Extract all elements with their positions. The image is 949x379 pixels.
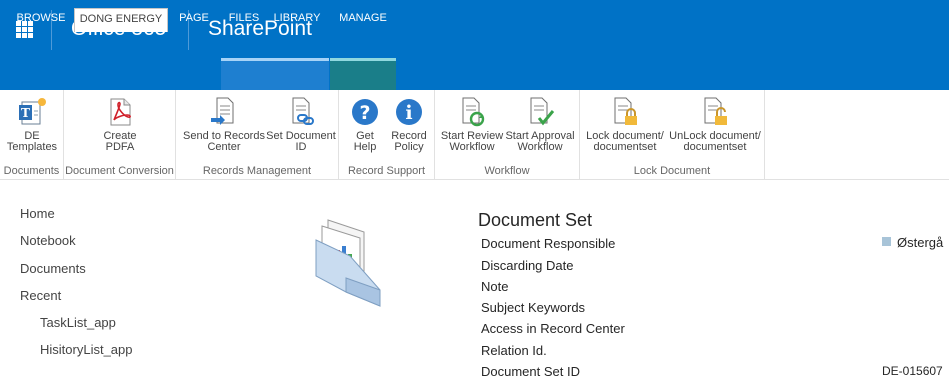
field-subject-keywords: Subject Keywords [481, 300, 586, 315]
group-records-management: Send to Records Center Set Document ID R… [176, 90, 339, 180]
start-approval-workflow-button[interactable]: Start Approval Workflow [505, 96, 575, 153]
group-label: Record Support [347, 165, 426, 177]
group-workflow: Start Review Workflow Start Approval Wor… [435, 90, 580, 180]
group-label: Document Conversion [65, 165, 174, 177]
group-lock-document: Lock document/ documentset UnLock docume… [580, 90, 765, 180]
unlock-icon [704, 97, 727, 125]
send-to-records-center-button[interactable]: Send to Records Center [182, 96, 266, 153]
document-set-title: Document Set [478, 210, 593, 230]
tab-library[interactable]: LIBRARY [270, 8, 324, 32]
info-icon: i [396, 99, 422, 125]
approval-workflow-icon [530, 97, 555, 126]
button-label: ID [295, 141, 307, 153]
nav-item-notebook[interactable]: Notebook [20, 233, 76, 248]
nav-item-historylist-app[interactable]: HisitoryList_app [40, 342, 133, 357]
group-label: Documents [3, 165, 60, 177]
svg-text:?: ? [359, 102, 370, 124]
library-tools-group [221, 58, 329, 90]
document-link-icon [292, 97, 314, 125]
presence-indicator-icon [882, 237, 891, 246]
tab-browse[interactable]: BROWSE [10, 8, 72, 32]
ribbon: T DE Templates Documents Create PDFA Doc… [0, 90, 949, 180]
document-responsible-value[interactable]: Østergå [897, 235, 943, 250]
lock-icon [614, 97, 637, 125]
group-document-conversion: Create PDFA Document Conversion [64, 90, 176, 180]
nav-item-partial[interactable] [40, 368, 80, 373]
group-label: Lock Document [633, 165, 711, 177]
field-discarding-date: Discarding Date [481, 258, 574, 273]
button-label: Help [353, 141, 377, 153]
set-document-id-button[interactable]: Set Document ID [264, 96, 338, 153]
group-label: Workflow [484, 165, 530, 177]
button-label: Center [207, 141, 241, 153]
start-review-workflow-button[interactable]: Start Review Workflow [439, 96, 505, 153]
nav-item-recent[interactable]: Recent [20, 288, 61, 303]
unlock-documentset-button[interactable]: UnLock document/ documentset [668, 96, 762, 153]
field-relation-id: Relation Id. [481, 343, 547, 358]
svg-text:i: i [405, 102, 412, 124]
record-policy-button[interactable]: i Record Policy [389, 96, 429, 153]
field-document-set-id: Document Set ID [481, 364, 580, 379]
ribbon-tab-row [0, 58, 949, 90]
get-help-button[interactable]: ? Get Help [347, 96, 383, 153]
create-pdfa-button[interactable]: Create PDFA [90, 96, 150, 153]
nav-item-tasklist-app[interactable]: TaskList_app [40, 315, 116, 330]
button-label: Workflow [517, 141, 563, 153]
button-label: Templates [6, 141, 58, 153]
field-access-in-record-center: Access in Record Center [481, 321, 625, 336]
button-label: Policy [394, 141, 424, 153]
document-set-id-value: DE-015607 [882, 364, 943, 378]
group-label: Records Management [202, 165, 312, 177]
send-document-icon [211, 97, 234, 125]
button-label: Workflow [449, 141, 495, 153]
document-set-tools-group [330, 58, 396, 90]
button-label: documentset [593, 141, 657, 153]
document-set-icon [315, 219, 381, 307]
pdf-icon [110, 98, 131, 126]
tab-manage[interactable]: MANAGE [334, 8, 392, 32]
tab-dong-energy[interactable]: DONG ENERGY [74, 8, 168, 32]
review-workflow-icon [462, 97, 485, 127]
nav-item-documents[interactable]: Documents [20, 261, 86, 276]
button-label: PDFA [105, 141, 135, 153]
tab-files[interactable]: FILES [224, 8, 264, 32]
group-record-support: ? Get Help i Record Policy Record Suppor… [339, 90, 435, 180]
field-document-responsible: Document Responsible [481, 236, 616, 251]
svg-text:T: T [21, 106, 30, 120]
lock-documentset-button[interactable]: Lock document/ documentset [584, 96, 666, 153]
tab-page[interactable]: PAGE [172, 8, 216, 32]
group-documents: T DE Templates Documents [0, 90, 64, 180]
button-label: documentset [683, 141, 747, 153]
de-templates-button[interactable]: T DE Templates [4, 96, 60, 153]
field-note: Note [481, 279, 509, 294]
nav-item-home[interactable]: Home [20, 206, 55, 221]
templates-icon: T [19, 98, 46, 125]
help-icon: ? [352, 99, 378, 125]
